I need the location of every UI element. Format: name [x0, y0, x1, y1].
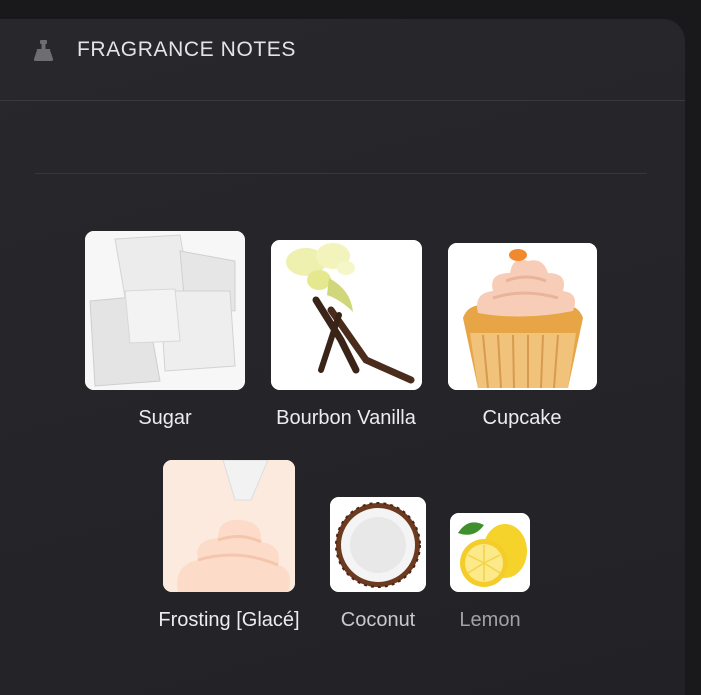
- note-label: Cupcake: [482, 407, 562, 429]
- note-label: Sugar: [138, 407, 192, 429]
- lemon-image: [450, 513, 530, 592]
- panel-header: FRAGRANCE NOTES: [0, 19, 685, 101]
- coconut-image: [330, 497, 426, 592]
- note-label: Frosting [Glacé]: [158, 609, 300, 631]
- cupcake-image: [448, 243, 597, 390]
- perfume-flask-icon: [31, 39, 57, 63]
- page: FRAGRANCE NOTES Sugar Bourbon Vanilla Cu…: [0, 0, 701, 695]
- vanilla-flower-image: [271, 240, 422, 390]
- sugar-cubes-image: [85, 231, 245, 390]
- frosting-image: [163, 460, 295, 592]
- section-divider: [35, 173, 647, 174]
- note-label: Bourbon Vanilla: [276, 407, 416, 429]
- panel-title: FRAGRANCE NOTES: [77, 38, 297, 61]
- note-label: Coconut: [340, 609, 416, 631]
- note-label: Lemon: [459, 609, 521, 631]
- fragrance-notes-panel: FRAGRANCE NOTES Sugar Bourbon Vanilla Cu…: [0, 19, 685, 695]
